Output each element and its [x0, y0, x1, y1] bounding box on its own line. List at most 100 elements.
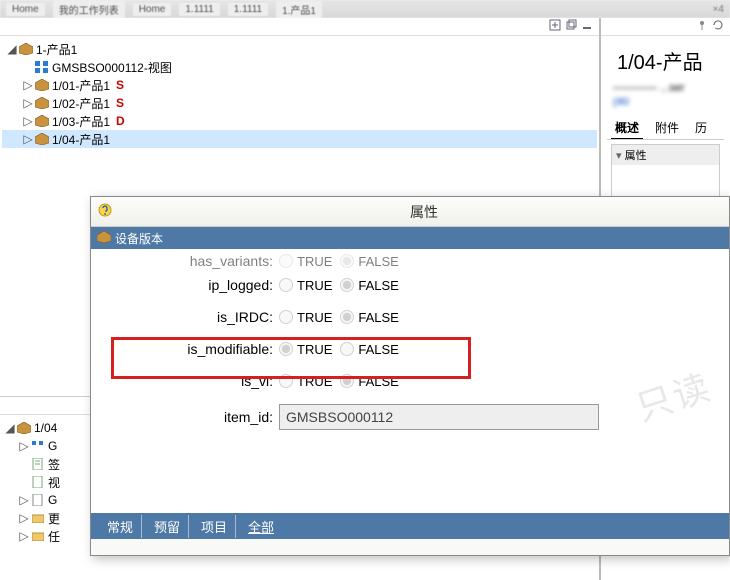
package-icon	[34, 96, 50, 110]
editor-tab[interactable]: 1.产品1	[276, 1, 322, 18]
tab-reserve[interactable]: 预留	[146, 515, 189, 538]
tree-node-item[interactable]: ▷ 1/01-产品1 S	[2, 76, 597, 94]
panel-toolbar	[601, 18, 730, 36]
tab-summary[interactable]: 概述	[611, 117, 643, 139]
radio-true[interactable]: TRUE	[279, 278, 332, 293]
tree-node-label: 1/03-产品1	[52, 113, 110, 130]
property-label: is_IRDC:	[103, 309, 279, 325]
restore-icon[interactable]	[565, 19, 577, 34]
package-icon	[34, 132, 50, 146]
editor-tab[interactable]: Home	[6, 3, 45, 16]
editor-tab[interactable]: 1.1111	[228, 3, 268, 16]
tab-attachments[interactable]: 附件	[651, 117, 683, 139]
minimize-icon[interactable]	[581, 19, 593, 34]
tree-node-status: D	[116, 114, 125, 128]
tree-twisty-icon[interactable]: ▷	[18, 493, 30, 507]
dialog-subheader: 设备版本	[91, 227, 729, 249]
tree-node-label: G	[48, 439, 57, 453]
tab-project[interactable]: 项目	[193, 515, 236, 538]
details-title: 1/04-产品	[617, 46, 724, 75]
device-version-icon	[97, 231, 111, 245]
dialog-titlebar[interactable]: 属性	[91, 197, 729, 227]
property-label: is_modifiable:	[103, 341, 279, 357]
tree-node-label: 更	[48, 510, 60, 527]
tree-node-status: S	[116, 78, 124, 92]
tree-node-label: 签	[48, 456, 60, 473]
tab-history[interactable]: 历	[691, 117, 711, 139]
editor-tab[interactable]: 我的工作列表	[53, 1, 125, 18]
folder-icon	[30, 511, 46, 525]
editor-tab[interactable]: Home	[133, 3, 172, 16]
radio-true[interactable]: TRUE	[279, 310, 332, 325]
dialog-title: 属性	[119, 202, 729, 222]
view-icon	[34, 60, 50, 74]
tree-twisty-icon[interactable]: ◢	[4, 421, 16, 435]
tree-twisty-icon[interactable]: ◢	[6, 42, 18, 56]
radio-true[interactable]: TRUE	[279, 342, 332, 357]
properties-dialog: 属性 设备版本 只读 has_variants: TRUE FALSE ip_l…	[90, 196, 730, 556]
dialog-bottom-tabs: 常规 预留 项目 全部	[91, 513, 729, 539]
document-icon	[30, 457, 46, 471]
tree-node-label: GMSBSO000112-视图	[52, 59, 172, 76]
tree-twisty-icon[interactable]: ▷	[22, 78, 34, 92]
radio-false[interactable]: FALSE	[340, 254, 398, 269]
property-label: item_id:	[103, 409, 279, 425]
section-header[interactable]: 属性	[612, 145, 719, 165]
refresh-icon[interactable]	[712, 19, 724, 34]
details-meta-link[interactable]: (40	[613, 96, 629, 108]
tree-node-status: S	[116, 96, 124, 110]
details-tabs: 概述 附件 历	[607, 117, 724, 140]
tree-node-label: 视	[48, 474, 60, 491]
folder-icon	[30, 529, 46, 543]
tree-node-view[interactable]: GMSBSO000112-视图	[2, 58, 597, 76]
tree-node-label: 1-产品1	[36, 41, 77, 58]
property-row-is-modifiable: is_modifiable: TRUE FALSE	[103, 333, 717, 365]
item-id-field[interactable]	[279, 404, 599, 430]
radio-false[interactable]: FALSE	[340, 374, 398, 389]
package-icon	[18, 42, 34, 56]
tree-node-label: 1/04-产品1	[52, 131, 110, 148]
dialog-app-icon	[97, 202, 113, 221]
editor-tab[interactable]: 1.1111	[179, 3, 219, 16]
tree-twisty-icon[interactable]: ▷	[22, 114, 34, 128]
tree-node-item[interactable]: ▷ 1/04-产品1	[2, 130, 597, 148]
property-label: is_vi:	[103, 373, 279, 389]
package-icon	[34, 114, 50, 128]
property-row: is_IRDC: TRUE FALSE	[103, 301, 717, 333]
tree-twisty-icon[interactable]: ▷	[22, 96, 34, 110]
tree-node-label: 1/04	[34, 421, 57, 435]
package-icon	[16, 421, 32, 435]
radio-true[interactable]: TRUE	[279, 374, 332, 389]
tab-all[interactable]: 全部	[240, 515, 282, 538]
tree-node-item[interactable]: ▷ 1/02-产品1 S	[2, 94, 597, 112]
radio-false[interactable]: FALSE	[340, 278, 398, 293]
document-icon	[30, 475, 46, 489]
tree-twisty-icon[interactable]: ▷	[22, 132, 34, 146]
editor-tab-strip: Home 我的工作列表 Home 1.1111 1.1111 1.产品1 ×4	[0, 0, 730, 18]
radio-true[interactable]: TRUE	[279, 254, 332, 269]
property-row: item_id:	[103, 397, 717, 437]
tab-general[interactable]: 常规	[99, 515, 142, 538]
tree-node-root[interactable]: ◢ 1-产品1	[2, 40, 597, 58]
document-icon	[30, 493, 46, 507]
structure-tree: ◢ 1-产品1 GMSBSO000112-视图 ▷ 1/01-产品1 S ▷	[0, 36, 599, 152]
property-row: ip_logged: TRUE FALSE	[103, 269, 717, 301]
pin-icon[interactable]	[696, 19, 708, 34]
tree-node-label: 1/02-产品1	[52, 95, 110, 112]
tree-twisty-icon[interactable]: ▷	[18, 529, 30, 543]
property-row: has_variants: TRUE FALSE	[103, 253, 717, 269]
tree-twisty-icon[interactable]: ▷	[18, 439, 30, 453]
expand-all-icon[interactable]	[549, 19, 561, 34]
tab-overflow-label: ×4	[713, 4, 724, 15]
radio-false[interactable]: FALSE	[340, 310, 398, 325]
tree-node-item[interactable]: ▷ 1/03-产品1 D	[2, 112, 597, 130]
details-meta: ———— ...ser (40	[607, 81, 724, 109]
tree-node-label: 1/01-产品1	[52, 77, 110, 94]
radio-false[interactable]: FALSE	[340, 342, 398, 357]
tree-twisty-icon[interactable]: ▷	[18, 511, 30, 525]
view-icon	[30, 439, 46, 453]
property-label: has_variants:	[103, 253, 279, 269]
property-row: is_vi: TRUE FALSE	[103, 365, 717, 397]
property-label: ip_logged:	[103, 277, 279, 293]
dialog-subtitle: 设备版本	[115, 230, 163, 247]
